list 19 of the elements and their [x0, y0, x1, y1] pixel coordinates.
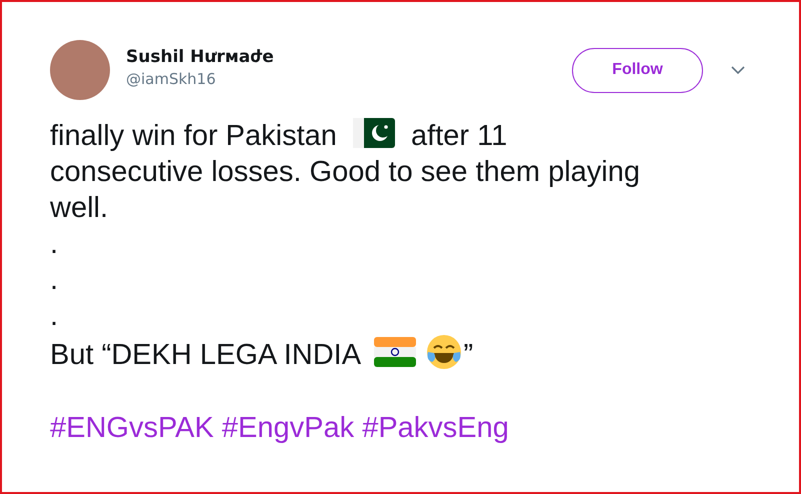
tweet-text: consecutive losses. Good to see them playing	[50, 156, 640, 188]
laughing-face-icon	[426, 334, 462, 370]
tweet-text: But “DEKH LEGA INDIA	[50, 339, 360, 371]
hashtag-link[interactable]: #PakvsEng	[362, 412, 509, 444]
tweet-text: finally win for Pakistan	[50, 120, 337, 152]
author-name: Sushil Hưrмaժe	[126, 46, 275, 68]
dot-text: .	[50, 264, 58, 296]
tweet-text: well.	[50, 192, 108, 224]
follow-button[interactable]: Follow	[572, 48, 703, 92]
hashtag-link[interactable]: #EngvPak	[222, 412, 354, 444]
dot-text: .	[50, 228, 58, 260]
author-handle: @iamSkh16	[126, 68, 217, 90]
dot-text: .	[50, 300, 58, 332]
hashtag-link[interactable]: #ENGvsPAK	[50, 412, 214, 444]
quote-mark-text: ”	[464, 339, 474, 371]
india-flag-icon	[374, 337, 416, 367]
chevron-down-icon[interactable]	[731, 66, 745, 74]
tweet-text: after 11	[411, 120, 508, 152]
pakistan-flag-icon	[352, 118, 395, 148]
